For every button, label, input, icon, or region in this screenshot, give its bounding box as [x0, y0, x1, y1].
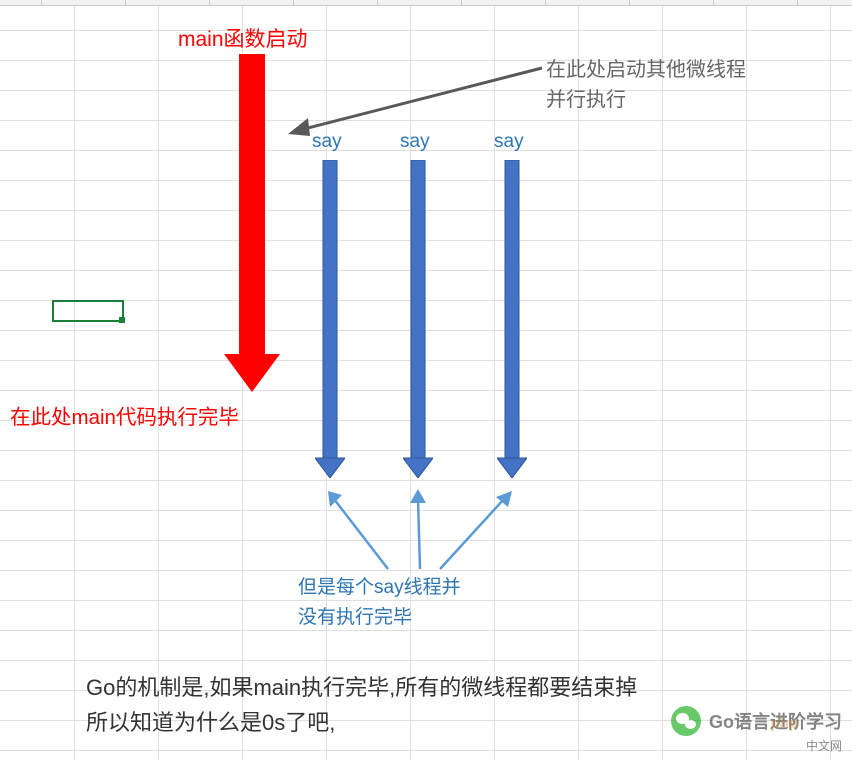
dark-note-line1: 在此处启动其他微线程: [546, 59, 746, 81]
dark-annotation: 在此处启动其他微线程 并行执行: [546, 55, 746, 115]
blue-annotation: 但是每个say线程并 没有执行完毕: [298, 573, 461, 634]
say-label-2: say: [400, 131, 430, 153]
bottom-line2: 所以知道为什么是0s了吧,: [86, 710, 335, 735]
selected-cell[interactable]: [52, 300, 124, 322]
say-label-1: say: [312, 131, 342, 153]
watermark-php: php: [771, 715, 799, 732]
watermark: Go语言进阶学习: [671, 706, 842, 736]
watermark-sub: 中文网: [806, 737, 842, 754]
blue-note-line1: 但是每个say线程并: [298, 577, 461, 598]
bottom-explanation: Go的机制是,如果main执行完毕,所有的微线程都要结束掉 所以知道为什么是0s…: [86, 670, 637, 740]
blue-note-line2: 没有执行完毕: [298, 607, 412, 628]
column-headers: [0, 0, 852, 6]
wechat-icon: [671, 706, 701, 736]
dark-note-line2: 并行执行: [546, 89, 626, 111]
main-title-label: main函数启动: [178, 23, 308, 53]
main-done-label: 在此处main代码执行完毕: [10, 400, 239, 430]
bottom-line1: Go的机制是,如果main执行完毕,所有的微线程都要结束掉: [86, 675, 637, 700]
say-label-3: say: [494, 131, 524, 153]
